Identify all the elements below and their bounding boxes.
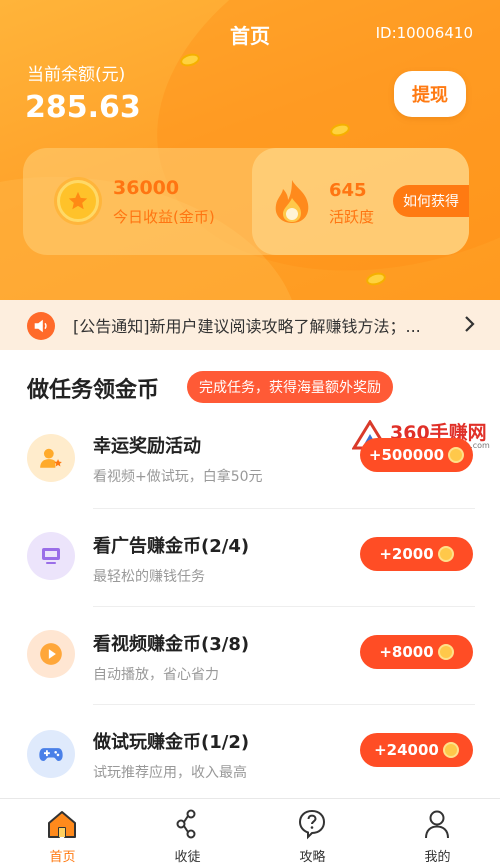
reward-amount: +24000 xyxy=(374,741,439,759)
decor-coin-icon xyxy=(364,270,388,288)
coin-icon xyxy=(437,546,454,562)
section-title: 做任务领金币 xyxy=(27,378,160,403)
reward-amount: +2000 xyxy=(379,545,434,563)
coin-icon xyxy=(437,644,454,660)
coin-icon xyxy=(448,447,465,463)
tab-label: 首页 xyxy=(49,850,76,865)
tab-label: 收徒 xyxy=(174,850,201,865)
user-star-icon xyxy=(27,434,75,482)
tab-label: 我的 xyxy=(424,850,451,865)
task-reward-button[interactable]: +500000 xyxy=(360,438,473,472)
task-desc: 最轻松的赚钱任务 xyxy=(93,569,205,585)
reward-amount: +8000 xyxy=(379,643,434,661)
task-desc: 试玩推荐应用，收入最高 xyxy=(93,765,247,781)
task-desc: 看视频+做试玩，白拿50元 xyxy=(93,469,263,485)
tab-home[interactable]: 首页 xyxy=(0,799,125,865)
how-to-get-button[interactable]: 如何获得 xyxy=(393,185,469,217)
tab-guide[interactable]: 攻略 xyxy=(250,799,375,865)
user-icon xyxy=(425,810,449,839)
speaker-icon xyxy=(27,312,55,340)
task-item[interactable]: 看广告赚金币(2/4) 最轻松的赚钱任务 +2000 xyxy=(0,508,500,606)
bottom-tab-bar: 首页 收徒 攻略 我的 xyxy=(0,798,500,865)
task-item[interactable]: 幸运奖励活动 看视频+做试玩，白拿50元 +500000 xyxy=(0,410,500,508)
coin-icon xyxy=(442,742,459,758)
task-title: 做试玩赚金币(1/2) xyxy=(93,732,250,753)
task-item[interactable]: 做试玩赚金币(1/2) 试玩推荐应用，收入最高 +24000 xyxy=(0,704,500,802)
today-coins-value: 36000 xyxy=(113,177,180,199)
task-reward-button[interactable]: +2000 xyxy=(360,537,473,571)
monitor-icon xyxy=(27,532,75,580)
activity-value: 645 xyxy=(329,180,367,201)
notice-text[interactable]: [公告通知]新用户建议阅读攻略了解赚钱方法；... xyxy=(73,313,458,337)
task-desc: 自动播放，省心省力 xyxy=(93,667,219,683)
task-reward-button[interactable]: +24000 xyxy=(360,733,473,767)
coin-star-icon xyxy=(57,180,99,222)
question-icon xyxy=(298,809,326,840)
task-title: 看广告赚金币(2/4) xyxy=(93,536,250,557)
task-title: 看视频赚金币(3/8) xyxy=(93,634,250,655)
task-title: 幸运奖励活动 xyxy=(93,436,201,457)
balance-label: 当前余额(元) xyxy=(27,65,126,85)
tab-apprentice[interactable]: 收徒 xyxy=(125,799,250,865)
section-badge: 完成任务，获得海量额外奖励 xyxy=(187,371,393,403)
activity-label: 活跃度 xyxy=(329,208,375,226)
fire-icon xyxy=(270,178,314,224)
tab-label: 攻略 xyxy=(299,850,326,865)
withdraw-button[interactable]: 提现 xyxy=(394,71,466,117)
task-reward-button[interactable]: +8000 xyxy=(360,635,473,669)
play-icon xyxy=(27,630,75,678)
chevron-right-icon[interactable] xyxy=(462,314,476,334)
task-item[interactable]: 看视频赚金币(3/8) 自动播放，省心省力 +8000 xyxy=(0,606,500,704)
gamepad-icon xyxy=(27,730,75,778)
balance-value: 285.63 xyxy=(25,90,141,125)
share-icon xyxy=(176,809,196,839)
user-id: ID:10006410 xyxy=(375,24,473,42)
tab-profile[interactable]: 我的 xyxy=(375,799,500,865)
reward-amount: +500000 xyxy=(368,446,445,464)
home-icon xyxy=(48,811,76,838)
today-coins-label: 今日收益(金币) xyxy=(113,208,215,226)
